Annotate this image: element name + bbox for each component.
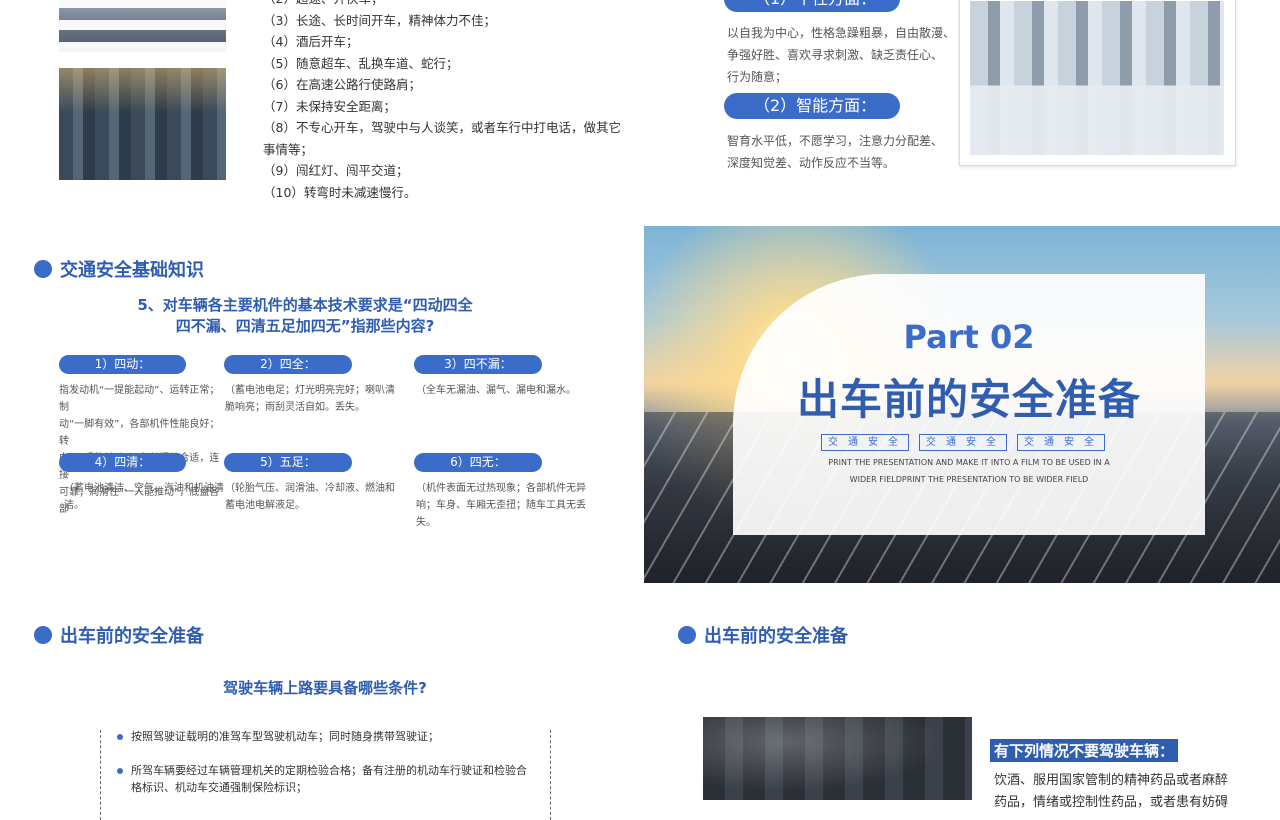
pill-label: 5）五足： [260,455,316,469]
pill-four-full: 2）四全： [224,355,352,374]
pill-label: 3）四不漏： [444,357,512,371]
pill-four-move: 1）四动： [59,355,186,374]
knowledge-question: 5、对车辆各主要机件的基本技术要求是“四动四全 四不漏、四清五足加四无”指那些内… [80,295,530,337]
bullet-icon [34,260,52,278]
street-traffic-photo [703,717,972,800]
section-title-prep-right: 出车前的安全准备 [678,622,848,648]
question-line: 5、对车辆各主要机件的基本技术要求是“四动四全 [137,296,473,314]
text-line: （机件表面无过热现象；各部机件无异 [416,483,586,494]
part-title: 出车前的安全准备 [796,375,1141,424]
part-card: Part 02 出车前的安全准备 交通安全 交通安全 交通安全 PRINT THE … [733,274,1205,535]
text-line: （全车无漏油、漏气、漏电和漏水。 [416,385,576,396]
pill-label: （2）智能方面： [754,96,877,115]
text-line: 失。 [416,517,436,528]
bullet-icon [117,768,123,774]
condition-line: 格标识、机动车交通强制保险标识； [131,781,307,794]
part-number: Part 02 [903,318,1035,356]
question-line: 四不漏、四清五足加四无”指那些内容? [175,317,435,335]
photo-frame [959,0,1236,166]
text-line: 饮酒、服用国家管制的精神药品或者麻醉 [994,773,1229,788]
pill-label: 4）四清： [94,455,151,469]
city-crosswalk-photo [970,1,1224,155]
section-title-knowledge: 交通安全基础知识 [34,256,204,282]
pill-label: （1）个性方面： [754,0,876,8]
text-four-noleak: （全车无漏油、漏气、漏电和漏水。 [416,382,591,399]
text-four-full: （蓄电池电足；灯光明亮完好；喇叭清 脆响亮；雨刮灵活自如。丢失。 [225,382,400,416]
list-item: （4）酒后开车； [263,34,359,49]
title-text: 出车前的安全准备 [704,626,848,647]
subtitle-line: WIDER FIELDPRINT THE PRESENTATION TO BE … [849,475,1089,484]
text-line: 深度知觉差、动作反应不当等。 [727,156,896,170]
text-line: 蓄电池电解液足。 [225,500,305,511]
bullet-icon [34,626,52,644]
condition-item: 所驾车辆要经过车辆管理机关的定期检验合格；备有注册的机动车行驶证和检验合 格标识… [117,762,541,796]
list-item: （10）转弯时未减速慢行。 [263,184,417,200]
tag-label: 交通安全 [919,434,1007,451]
intelligence-pill: （2）智能方面： [724,93,900,119]
crosswalk-photo [59,0,226,52]
violation-list: （2）超速、开快车； （3）长途、长时间开车，精神体力不佳； （4）酒后开车； … [263,0,623,203]
intelligence-text: 智育水平低，不愿学习，注意力分配差、 深度知觉差、动作反应不当等。 [727,130,943,174]
list-item: （6）在高速公路行使路肩； [263,77,421,92]
pill-four-none: 6）四无： [414,453,542,472]
list-item: （7）未保持安全距离； [263,98,396,114]
list-item: （9）闯红灯、闯平交道； [263,163,409,178]
pill-label: 2）四全： [260,357,316,371]
list-item: （8）不专心开车，驾驶中与人谈笑，或者车行中打电话，做其它 [263,120,621,135]
part-tags: 交通安全 交通安全 交通安全 [821,430,1115,451]
bullet-icon [117,734,123,740]
text-line: 行为随意； [727,70,788,84]
tag-label: 交通安全 [821,434,909,451]
personality-text: 以自我为中心，性格急躁粗暴，自由散漫、 争强好胜、喜欢寻求刺激、缺乏责任心、 行… [727,22,955,88]
subtitle-line: PRINT THE PRESENTATION AND MAKE IT INTO … [828,458,1110,467]
pill-four-noleak: 3）四不漏： [414,355,542,374]
text-four-none: （机件表面无过热现象；各部机件无异 响；车身、车厢无歪扭；随车工具无丢 失。 [416,480,591,531]
tag-label: 交通安全 [1017,434,1105,451]
bullet-icon [678,626,696,644]
text-line: 以自我为中心，性格急躁粗暴，自由散漫、 [727,26,956,40]
pill-five-enough: 5）五足： [224,453,352,472]
text-line: （蓄电池电足；灯光明亮完好；喇叭清 [225,385,395,396]
list-item: （2）超速、开快车； [263,0,623,10]
no-drive-heading: 有下列情况不要驾驶车辆： [990,739,1179,762]
prep-question: 驾驶车辆上路要具备哪些条件? [223,679,427,697]
condition-line: 按照驾驶证载明的准驾车型驾驶机动车；同时随身携带驾驶证； [131,730,439,743]
text-five-enough: （轮胎气压、润滑油、冷却液、燃油和 蓄电池电解液足。 [225,480,400,514]
pill-label: 6）四无： [450,455,506,469]
text-line: （蓄电池清洁、空气、汽油和机油清洁。 [64,483,224,511]
text-line: 动“一脚有效”，各部机件性能良好；转 [59,419,220,447]
personality-pill: （1）个性方面： [724,0,900,12]
pill-four-clean: 4）四清： [59,453,186,472]
list-item: （5）随意超车、乱换车道、蛇行； [263,55,459,71]
text-line: 药品，情绪或控制性药品，或者患有妨碍 [994,795,1229,810]
text-line: （轮胎气压、润滑油、冷却液、燃油和 [225,483,395,494]
text-line: 脆响亮；雨刮灵活自如。丢失。 [225,402,365,413]
text-line: 指发动机“一提能起动”、运转正常；制 [59,385,220,413]
condition-item: 按照驾驶证载明的准驾车型驾驶机动车；同时随身携带驾驶证； [117,728,541,745]
list-item: （3）长途、长时间开车，精神体力不佳； [263,12,496,28]
no-drive-text: 饮酒、服用国家管制的精神药品或者麻醉 药品，情绪或控制性药品，或者患有妨碍 [994,770,1228,814]
title-text: 交通安全基础知识 [60,260,204,281]
text-line: 响；车身、车厢无歪扭；随车工具无丢 [416,500,586,511]
city-traffic-photo [59,68,226,180]
text-four-clean: （蓄电池清洁、空气、汽油和机油清洁。 [64,480,234,514]
text-line: 争强好胜、喜欢寻求刺激、缺乏责任心、 [727,48,944,62]
title-text: 出车前的安全准备 [60,626,204,647]
list-item: 事情等； [263,141,314,157]
prep-conditions-box: 按照驾驶证载明的准驾车型驾驶机动车；同时随身携带驾驶证； 所驾车辆要经过车辆管理… [100,730,551,820]
section-title-prep-left: 出车前的安全准备 [34,622,204,648]
pill-label: 1）四动： [94,357,151,371]
condition-line: 所驾车辆要经过车辆管理机关的定期检验合格；备有注册的机动车行驶证和检验合 [131,764,527,777]
part-subtitle: PRINT THE PRESENTATION AND MAKE IT INTO … [733,454,1205,488]
text-line: 智育水平低，不愿学习，注意力分配差、 [727,134,944,148]
